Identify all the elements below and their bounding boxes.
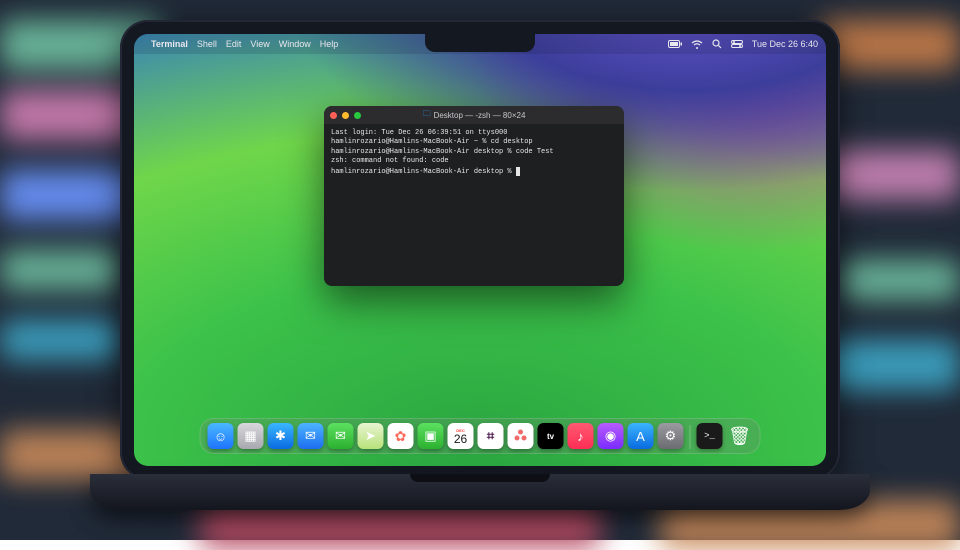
dock-separator xyxy=(690,425,691,449)
dock-appletv-icon[interactable]: tv xyxy=(538,423,564,449)
minimize-button[interactable] xyxy=(342,112,349,119)
menubar-clock[interactable]: Tue Dec 26 6:40 xyxy=(752,39,818,49)
terminal-line-1: hamlinrozario@Hamlins-MacBook-Air ~ % cd… xyxy=(331,138,533,146)
terminal-title: Desktop — -zsh — 80×24 xyxy=(434,111,526,120)
laptop-lid: Terminal Shell Edit View Window Help Tue… xyxy=(120,20,840,480)
terminal-cursor xyxy=(516,167,520,176)
laptop-base xyxy=(90,474,870,510)
menubar-item-window[interactable]: Window xyxy=(279,39,311,49)
dock-music-icon[interactable]: ♪ xyxy=(568,423,594,449)
close-button[interactable] xyxy=(330,112,337,119)
dock-trash-icon[interactable]: 🗑 xyxy=(727,423,753,449)
terminal-titlebar[interactable]: 🗀 Desktop — -zsh — 80×24 xyxy=(324,106,624,124)
dock-calendar-icon[interactable]: DEC26 xyxy=(448,423,474,449)
terminal-body[interactable]: Last login: Tue Dec 26 06:39:51 on ttys0… xyxy=(324,124,624,182)
control-center-icon[interactable] xyxy=(731,40,743,48)
wifi-icon[interactable] xyxy=(691,40,703,49)
dock-podcasts-icon[interactable]: ◉ xyxy=(598,423,624,449)
dock-photos-icon[interactable]: ✿ xyxy=(388,423,414,449)
desktop-screen: Terminal Shell Edit View Window Help Tue… xyxy=(134,34,826,466)
menubar-item-edit[interactable]: Edit xyxy=(226,39,242,49)
terminal-line-2: hamlinrozario@Hamlins-MacBook-Air deskto… xyxy=(331,148,554,156)
macbook-frame: Terminal Shell Edit View Window Help Tue… xyxy=(120,20,840,510)
dock-slack-icon[interactable]: ⌗ xyxy=(478,423,504,449)
dock-facetime-icon[interactable]: ▣ xyxy=(418,423,444,449)
dock-messages-icon[interactable]: ✉ xyxy=(328,423,354,449)
folder-icon: 🗀 xyxy=(423,108,431,122)
menubar-app-name[interactable]: Terminal xyxy=(151,39,188,49)
menubar-item-view[interactable]: View xyxy=(250,39,269,49)
search-icon[interactable] xyxy=(712,39,722,49)
terminal-line-0: Last login: Tue Dec 26 06:39:51 on ttys0… xyxy=(331,129,507,137)
dock-asana-icon[interactable] xyxy=(508,423,534,449)
dock-maps-icon[interactable]: ➤ xyxy=(358,423,384,449)
dock-safari-icon[interactable]: ✱ xyxy=(268,423,294,449)
dock-settings-icon[interactable]: ⚙ xyxy=(658,423,684,449)
dock: ☺▦✱✉✉➤✿▣DEC26⌗tv♪◉A⚙>_🗑 xyxy=(200,418,761,454)
terminal-window[interactable]: 🗀 Desktop — -zsh — 80×24 Last login: Tue… xyxy=(324,106,624,286)
display-notch xyxy=(425,34,535,52)
zoom-button[interactable] xyxy=(354,112,361,119)
dock-mail-icon[interactable]: ✉ xyxy=(298,423,324,449)
dock-finder-icon[interactable]: ☺ xyxy=(208,423,234,449)
terminal-line-4: hamlinrozario@Hamlins-MacBook-Air deskto… xyxy=(331,168,516,176)
menubar-item-help[interactable]: Help xyxy=(320,39,339,49)
dock-appstore-icon[interactable]: A xyxy=(628,423,654,449)
battery-icon[interactable] xyxy=(668,40,682,48)
dock-terminal-app-icon[interactable]: >_ xyxy=(697,423,723,449)
dock-launchpad-icon[interactable]: ▦ xyxy=(238,423,264,449)
terminal-line-3: zsh: command not found: code xyxy=(331,157,449,165)
menubar-item-shell[interactable]: Shell xyxy=(197,39,217,49)
